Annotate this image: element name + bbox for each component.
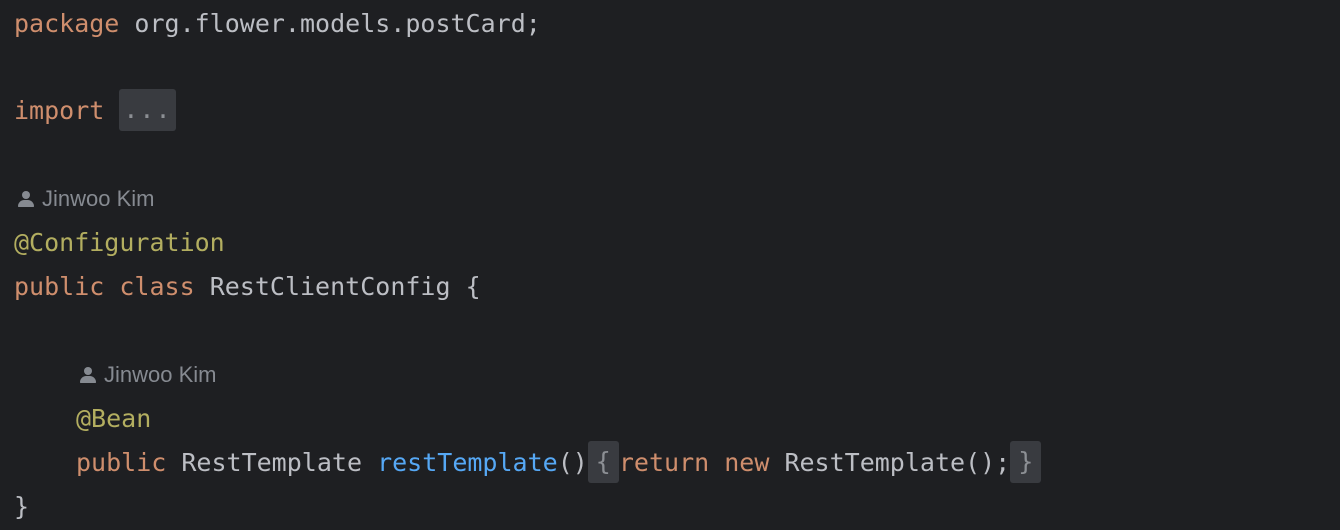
class-author-name: Jinwoo Kim [42,186,155,211]
method-author-name: Jinwoo Kim [104,362,217,387]
method-parens: () [557,448,588,477]
method-name: restTemplate [377,448,558,477]
code-editor[interactable]: package org.flower.models.postCard; impo… [0,0,1340,530]
constructor-call: RestTemplate(); [784,448,1011,477]
configuration-annotation: @Configuration [14,228,225,257]
import-line[interactable]: import ... [14,89,176,133]
person-icon [80,367,96,383]
method-fold-open[interactable]: { [587,441,619,483]
class-declaration-line[interactable]: public class RestClientConfig { [14,265,481,309]
method-annotation-line[interactable]: @Bean [76,397,151,441]
class-name: RestClientConfig [209,272,451,301]
class-close-line[interactable]: } [14,485,29,529]
return-keyword: return [618,448,710,477]
import-keyword: import [14,96,105,125]
bean-annotation: @Bean [76,404,152,433]
class-keyword: class [119,272,195,301]
method-author-hint[interactable]: Jinwoo Kim [80,353,216,397]
method-modifier: public [76,448,167,477]
person-icon [18,191,34,207]
package-line[interactable]: package org.flower.models.postCard; [14,2,541,46]
package-name: org.flower.models.postCard; [134,9,541,38]
method-declaration-line[interactable]: public RestTemplate restTemplate(){retur… [76,441,1042,485]
import-fold-toggle[interactable]: ... [119,89,176,131]
class-annotation-line[interactable]: @Configuration [14,221,225,265]
method-return-type: RestTemplate [181,448,362,477]
class-modifier: public [14,272,105,301]
new-keyword: new [724,448,770,477]
class-close-brace: } [14,492,30,521]
class-open-brace: { [465,272,481,301]
class-author-hint[interactable]: Jinwoo Kim [18,177,154,221]
method-fold-close[interactable]: } [1010,441,1042,483]
package-keyword: package [14,9,120,38]
